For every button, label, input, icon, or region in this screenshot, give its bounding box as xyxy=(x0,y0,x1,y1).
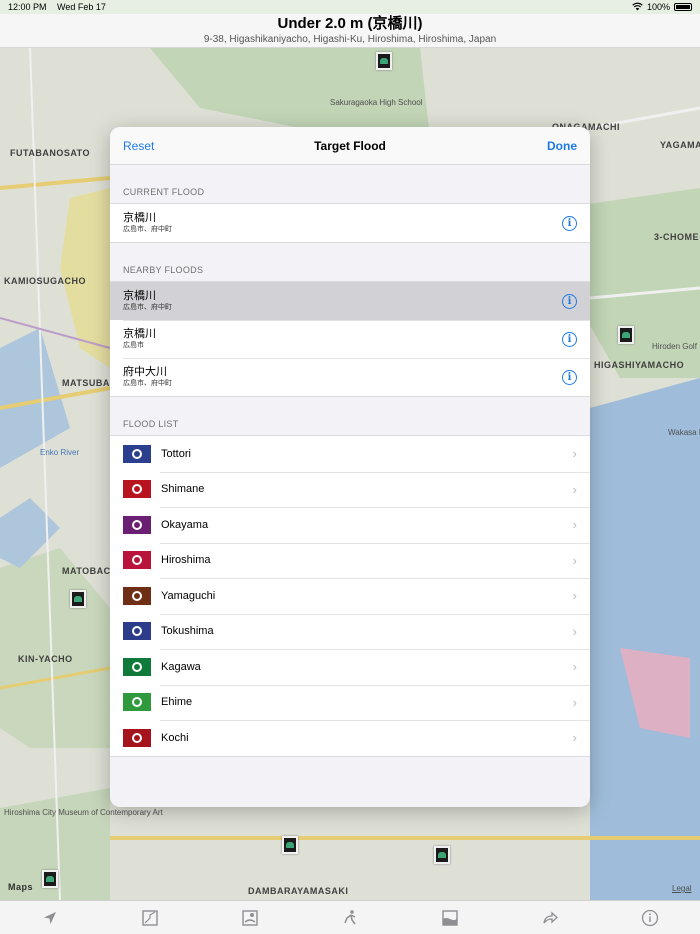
flood-name: 京橋川 xyxy=(123,212,156,224)
battery-percent: 100% xyxy=(646,2,670,12)
flood-area: 広島市、府中町 xyxy=(123,226,172,233)
flood-area: 広島市、府中町 xyxy=(123,380,172,387)
okayama-flag-icon xyxy=(123,515,151,534)
tokushima-flag-icon xyxy=(123,622,151,641)
prefecture-row-kochi[interactable]: Kochi › xyxy=(110,720,590,756)
reset-button[interactable]: Reset xyxy=(123,139,154,153)
nearby-flood-row[interactable]: 京橋川 広島市 i xyxy=(110,320,590,358)
prefecture-name: Kochi xyxy=(161,731,189,744)
target-flood-sheet: Reset Target Flood Done CURRENT FLOOD 京橋… xyxy=(110,127,590,807)
info-icon[interactable]: i xyxy=(562,369,577,385)
prefecture-row-shimane[interactable]: Shimane › xyxy=(110,471,590,507)
chevron-right-icon: › xyxy=(572,659,577,675)
water-level-icon[interactable] xyxy=(439,907,461,929)
flood-level-title: Under 2.0 m (京橋川) xyxy=(277,15,423,32)
prefecture-name: Tokushima xyxy=(161,625,214,638)
yamaguchi-flag-icon xyxy=(123,586,151,605)
share-icon[interactable] xyxy=(539,907,561,929)
address-subtitle: 9-38, Higashikaniyacho, Higashi-Ku, Hiro… xyxy=(203,34,497,45)
info-icon[interactable]: i xyxy=(562,331,577,347)
prefecture-row-hiroshima[interactable]: Hiroshima › xyxy=(110,542,590,578)
prefecture-row-kagawa[interactable]: Kagawa › xyxy=(110,649,590,685)
chevron-right-icon: › xyxy=(572,588,577,604)
flood-area: 広島市、府中町 xyxy=(123,304,172,311)
prefecture-row-tokushima[interactable]: Tokushima › xyxy=(110,613,590,649)
ehime-flag-icon xyxy=(123,693,151,712)
evacuation-runner-icon[interactable] xyxy=(339,907,361,929)
chevron-right-icon: › xyxy=(572,730,577,746)
location-arrow-icon[interactable] xyxy=(39,907,61,929)
prefecture-row-yamaguchi[interactable]: Yamaguchi › xyxy=(110,578,590,614)
prefecture-name: Yamaguchi xyxy=(161,589,216,602)
flood-name: 京橋川 xyxy=(123,290,156,302)
current-flood-row[interactable]: 京橋川 広島市、府中町 i xyxy=(110,204,590,242)
flood-area: 広島市 xyxy=(123,342,144,349)
flood-name: 府中大川 xyxy=(123,366,167,378)
bottom-toolbar xyxy=(0,900,700,934)
prefecture-name: Kagawa xyxy=(161,660,201,673)
current-flood-header: CURRENT FLOOD xyxy=(123,187,205,197)
chevron-right-icon: › xyxy=(572,446,577,462)
status-date: Wed Feb 17 xyxy=(57,2,106,12)
info-icon[interactable]: i xyxy=(562,293,577,309)
status-time: 12:00 PM xyxy=(8,2,47,12)
prefecture-row-tottori[interactable]: Tottori › xyxy=(110,436,590,472)
prefecture-row-okayama[interactable]: Okayama › xyxy=(110,507,590,543)
nearby-floods-group: 京橋川 広島市、府中町 i 京橋川 広島市 i 府中大川 広島市、府中町 i xyxy=(110,281,590,397)
status-bar: 12:00 PM Wed Feb 17 100% xyxy=(0,0,700,14)
sheet-navbar: Reset Target Flood Done xyxy=(110,127,590,165)
location-header: Under 2.0 m (京橋川) 9-38, Higashikaniyacho… xyxy=(0,14,700,48)
nearby-flood-row[interactable]: 府中大川 広島市、府中町 i xyxy=(110,358,590,396)
chevron-right-icon: › xyxy=(572,481,577,497)
info-icon[interactable]: i xyxy=(562,215,577,231)
prefecture-name: Tottori xyxy=(161,447,191,460)
prefecture-list: Tottori › Shimane › Okayama › Hiroshima … xyxy=(110,435,590,757)
battery-icon xyxy=(674,3,692,11)
kagawa-flag-icon xyxy=(123,657,151,676)
prefecture-name: Ehime xyxy=(161,696,193,709)
done-button[interactable]: Done xyxy=(547,139,577,153)
chevron-right-icon: › xyxy=(572,552,577,568)
prefecture-name: Okayama xyxy=(161,518,209,531)
tottori-flag-icon xyxy=(123,444,151,463)
flood-map-icon[interactable] xyxy=(239,907,261,929)
sheet-title: Target Flood xyxy=(314,138,386,153)
chart-icon[interactable] xyxy=(139,907,161,929)
hiroshima-flag-icon xyxy=(123,551,151,570)
wifi-icon xyxy=(632,2,643,13)
prefecture-name: Hiroshima xyxy=(161,554,211,567)
flood-list-header: FLOOD LIST xyxy=(123,419,179,429)
chevron-right-icon: › xyxy=(572,623,577,639)
current-flood-group: 京橋川 広島市、府中町 i xyxy=(110,203,590,243)
nearby-floods-header: NEARBY FLOODS xyxy=(123,265,204,275)
shimane-flag-icon xyxy=(123,480,151,499)
prefecture-name: Shimane xyxy=(161,483,205,496)
chevron-right-icon: › xyxy=(572,517,577,533)
nearby-flood-row[interactable]: 京橋川 広島市、府中町 i xyxy=(110,282,590,320)
chevron-right-icon: › xyxy=(572,694,577,710)
info-icon[interactable] xyxy=(639,907,661,929)
flood-name: 京橋川 xyxy=(123,328,156,340)
kochi-flag-icon xyxy=(123,728,151,747)
prefecture-row-ehime[interactable]: Ehime › xyxy=(110,684,590,720)
